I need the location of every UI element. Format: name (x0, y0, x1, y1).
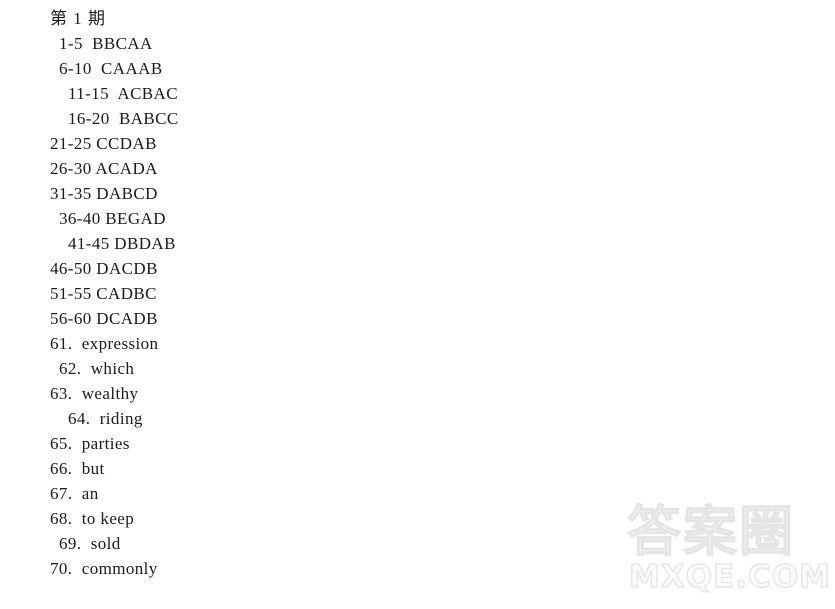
answer-word-line: 67. an (50, 484, 99, 503)
answer-range-line: 31-35 DABCD (50, 184, 158, 203)
answer-range-line: 36-40 BEGAD (59, 209, 166, 228)
answer-key-list: 第 1 期 1-5 BBCAA 6-10 CAAAB 11-15 ACBAC 16-20… (0, 0, 560, 581)
answer-range-line: 11-15 ACBAC (68, 84, 178, 103)
answer-range-line: 41-45 DBDAB (68, 234, 176, 253)
watermark-domain-text: MXQE.COM (628, 558, 832, 595)
answer-range-line: 51-55 CADBC (50, 284, 157, 303)
answer-word-line: 63. wealthy (50, 384, 139, 403)
answer-range-line: 46-50 DACDB (50, 259, 158, 278)
answer-word-line: 61. expression (50, 334, 159, 353)
answer-range-line: 16-20 BABCC (68, 109, 179, 128)
answer-range-line: 6-10 CAAAB (59, 59, 163, 78)
answer-word-line: 64. riding (68, 409, 143, 428)
document-title: 第 1 期 (50, 9, 106, 28)
answer-range-line: 21-25 CCDAB (50, 134, 157, 153)
answer-range-line: 1-5 BBCAA (59, 34, 153, 53)
answer-word-line: 68. to keep (50, 509, 135, 528)
answer-word-line: 69. sold (59, 534, 121, 553)
answer-word-line: 65. parties (50, 434, 130, 453)
answer-word-line: 66. but (50, 459, 105, 478)
watermark-brand-text: 答案圈 (627, 500, 795, 563)
answer-range-line: 56-60 DCADB (50, 309, 158, 328)
answer-range-line: 26-30 ACADA (50, 159, 158, 178)
watermark: 答案圈 MXQE.COM (627, 495, 832, 605)
answer-word-line: 62. which (59, 359, 135, 378)
document-page: 第 1 期 1-5 BBCAA 6-10 CAAAB 11-15 ACBAC 16-20… (0, 0, 835, 609)
answer-word-line: 70. commonly (50, 559, 158, 578)
